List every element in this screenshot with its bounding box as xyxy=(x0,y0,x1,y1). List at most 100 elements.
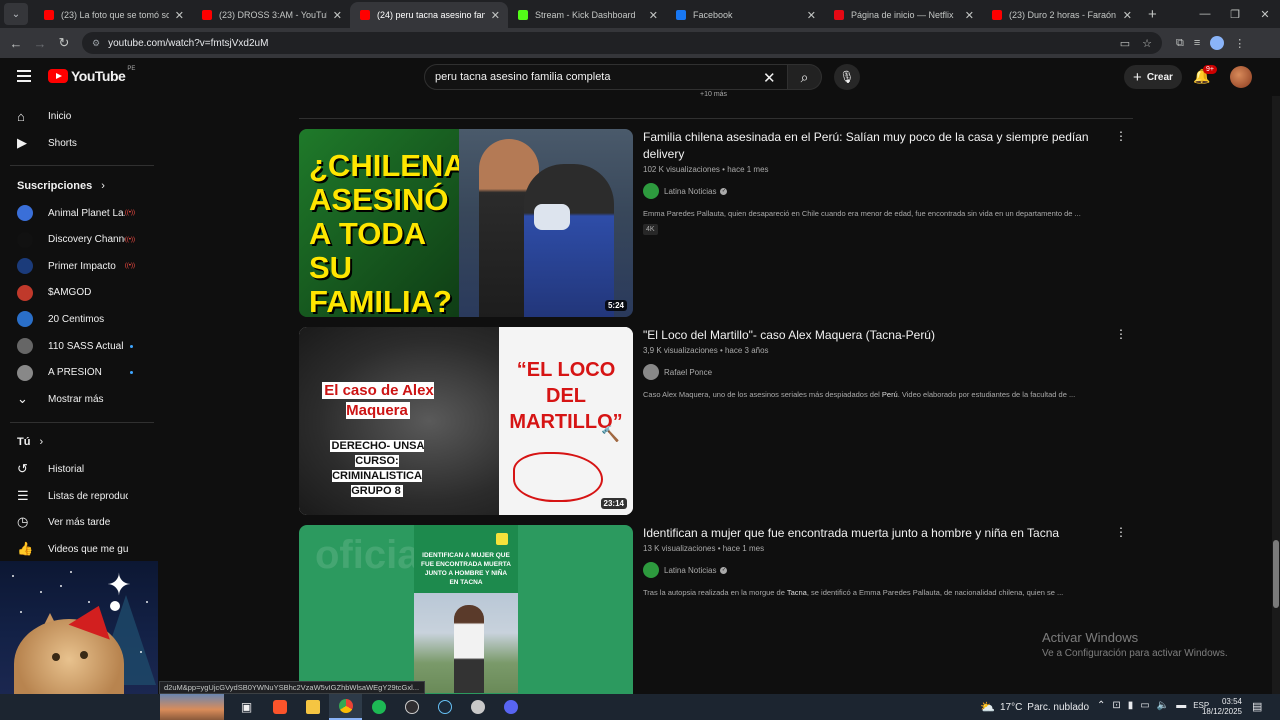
search-icon: ⌕ xyxy=(800,68,809,85)
sidebar-subscription[interactable]: 20 Centimos xyxy=(0,306,155,332)
account-avatar[interactable] xyxy=(1230,66,1252,88)
sidebar-item-playlists[interactable]: ☰ Listas de reproducc... xyxy=(0,483,155,509)
extensions-icon[interactable]: ⧉ xyxy=(1176,37,1184,50)
battery-icon[interactable]: ▬ xyxy=(1176,700,1186,711)
subscriptions-heading[interactable]: Suscripciones › xyxy=(17,180,105,192)
tray-app-icon[interactable]: ⊡ xyxy=(1112,700,1120,711)
bookmark-star-icon[interactable]: ☆ xyxy=(1142,37,1152,50)
video-thumbnail[interactable]: ¿CHILENA ASESINÓ A TODA SU FAMILIA? 5:24 xyxy=(299,129,633,317)
forward-button[interactable]: → xyxy=(28,36,52,51)
menu-icon[interactable] xyxy=(17,70,31,82)
sidebar-subscription[interactable]: $AMGOD xyxy=(0,280,155,306)
reload-button[interactable]: ↻ xyxy=(52,35,76,51)
sidebar-subscription[interactable]: Discovery Channel ((•)) xyxy=(0,227,155,253)
browser-tab[interactable]: (23) Duro 2 horas - Faraón Love ✕ xyxy=(982,2,1140,28)
microphone-icon[interactable]: ▮ xyxy=(1128,700,1134,711)
back-button[interactable]: ← xyxy=(4,36,28,51)
close-tab-icon[interactable]: ✕ xyxy=(175,9,184,22)
chrome-icon[interactable] xyxy=(329,694,362,720)
create-button[interactable]: + Crear xyxy=(1124,65,1182,89)
close-tab-icon[interactable]: ✕ xyxy=(333,9,342,22)
browser-tab[interactable]: (23) La foto que se tomó sola a ✕ xyxy=(34,2,192,28)
sidebar-item-inicio[interactable]: ⌂ Inicio xyxy=(0,103,155,129)
channel-avatar[interactable] xyxy=(643,364,659,380)
close-tab-icon[interactable]: ✕ xyxy=(965,9,974,22)
close-tab-icon[interactable]: ✕ xyxy=(491,9,500,22)
tab-favicon-icon xyxy=(44,10,54,20)
sidebar-subscription[interactable]: 110 SASS Actual xyxy=(0,333,155,359)
minimize-button[interactable]: — xyxy=(1190,8,1220,21)
close-tab-icon[interactable]: ✕ xyxy=(807,9,816,22)
chevron-up-icon[interactable]: ⌃ xyxy=(1097,700,1105,711)
file-explorer-icon[interactable] xyxy=(296,694,329,720)
show-more-button[interactable]: ⌄ Mostrar más xyxy=(0,386,155,412)
steam-icon[interactable] xyxy=(428,694,461,720)
more-results-text[interactable]: +10 más xyxy=(700,91,727,98)
video-thumbnail[interactable]: El caso de Alex Maquera DERECHO- UNSA CU… xyxy=(299,327,633,515)
channel-name[interactable]: Latina Noticias xyxy=(664,566,716,575)
channel-link[interactable]: Latina Noticias ✓ xyxy=(643,183,1113,199)
profile-avatar[interactable] xyxy=(1210,36,1225,50)
close-window-button[interactable]: ✕ xyxy=(1250,8,1280,21)
cast-icon[interactable]: ▭ xyxy=(1120,37,1130,50)
more-actions-icon[interactable]: ⋮ xyxy=(1115,129,1127,143)
browser-tab[interactable]: Stream - Kick Dashboard ✕ xyxy=(508,2,666,28)
channel-avatar[interactable] xyxy=(643,562,659,578)
system-clock[interactable]: 03:54 18/12/2025 xyxy=(1200,697,1242,717)
spotify-icon[interactable] xyxy=(362,694,395,720)
video-result[interactable]: El caso de Alex Maquera DERECHO- UNSA CU… xyxy=(299,327,1133,515)
app-icon[interactable] xyxy=(461,694,494,720)
weather-widget[interactable]: ⛅ 17°C Parc. nublado xyxy=(980,700,1089,714)
scrollbar-thumb[interactable] xyxy=(1273,540,1279,608)
browser-tab[interactable]: Página de inicio — Netflix ✕ xyxy=(824,2,982,28)
discord-icon[interactable] xyxy=(494,694,527,720)
search-query[interactable]: peru tacna asesino familia completa xyxy=(435,71,610,83)
volume-icon[interactable]: 🔈 xyxy=(1157,700,1169,711)
video-result[interactable]: ¿CHILENA ASESINÓ A TODA SU FAMILIA? 5:24… xyxy=(299,129,1133,317)
sidebar-item-liked-videos[interactable]: 👍 Videos que me gus... xyxy=(0,536,155,562)
channel-name[interactable]: Rafael Ponce xyxy=(664,368,712,377)
browser-menu-icon[interactable]: ⋮ xyxy=(1234,37,1245,50)
maximize-button[interactable]: ❐ xyxy=(1220,8,1250,21)
youtube-logo[interactable]: YouTube PE xyxy=(48,66,135,84)
you-heading[interactable]: Tú › xyxy=(17,436,43,448)
voice-search-button[interactable]: 🎙 xyxy=(834,64,860,90)
clear-search-icon[interactable]: ✕ xyxy=(763,69,776,87)
browser-tab[interactable]: (23) DROSS 3:AM - YouTube ✕ xyxy=(192,2,350,28)
obs-icon[interactable] xyxy=(395,694,428,720)
more-actions-icon[interactable]: ⋮ xyxy=(1115,327,1127,341)
notification-center-icon[interactable]: ▤ xyxy=(1252,700,1262,713)
sidebar-subscription[interactable]: Animal Planet La... ((•)) xyxy=(0,200,155,226)
video-title[interactable]: "El Loco del Martillo"- caso Alex Maquer… xyxy=(643,327,1113,344)
new-tab-button[interactable]: + xyxy=(1148,6,1157,23)
close-tab-icon[interactable]: ✕ xyxy=(1123,9,1132,22)
close-tab-icon[interactable]: ✕ xyxy=(649,9,658,22)
site-info-icon[interactable]: ⚙ xyxy=(92,38,100,49)
channel-avatar[interactable] xyxy=(643,183,659,199)
browser-tab[interactable]: Facebook ✕ xyxy=(666,2,824,28)
sidebar-subscription[interactable]: Primer Impacto ((•)) xyxy=(0,253,155,279)
video-title[interactable]: Familia chilena asesinada en el Perú: Sa… xyxy=(643,129,1113,163)
tab-search-button[interactable]: ⌄ xyxy=(4,3,28,25)
address-bar[interactable]: ⚙ youtube.com/watch?v=fmtsjVxd2uM ▭ ☆ xyxy=(82,32,1162,54)
channel-name[interactable]: Latina Noticias xyxy=(664,187,716,196)
address-url[interactable]: youtube.com/watch?v=fmtsjVxd2uM xyxy=(108,38,1108,49)
video-title[interactable]: Identifican a mujer que fue encontrada m… xyxy=(643,525,1113,542)
sidebar-subscription[interactable]: A PRESIÓN xyxy=(0,360,155,386)
channel-link[interactable]: Latina Noticias ✓ xyxy=(643,562,1113,578)
more-actions-icon[interactable]: ⋮ xyxy=(1115,525,1127,539)
reading-list-icon[interactable]: ≡ xyxy=(1194,37,1200,49)
tab-favicon-icon xyxy=(202,10,212,20)
search-input[interactable]: peru tacna asesino familia completa xyxy=(424,64,788,90)
sidebar-item-shorts[interactable]: ▶ Shorts xyxy=(0,130,155,156)
brave-browser-icon[interactable] xyxy=(263,694,296,720)
channel-link[interactable]: Rafael Ponce xyxy=(643,364,1113,380)
sidebar-item-watch-later[interactable]: ◷ Ver más tarde xyxy=(0,509,155,535)
live-icon: ((•)) xyxy=(124,263,135,270)
browser-tab[interactable]: (24) peru tacna asesino familia ✕ xyxy=(350,2,508,28)
sidebar-item-historial[interactable]: ↺ Historial xyxy=(0,456,155,482)
search-button[interactable]: ⌕ xyxy=(788,64,822,90)
start-widget-image[interactable] xyxy=(160,694,224,720)
network-icon[interactable]: ▭ xyxy=(1140,700,1149,711)
task-view-icon[interactable]: ▣ xyxy=(230,694,263,720)
